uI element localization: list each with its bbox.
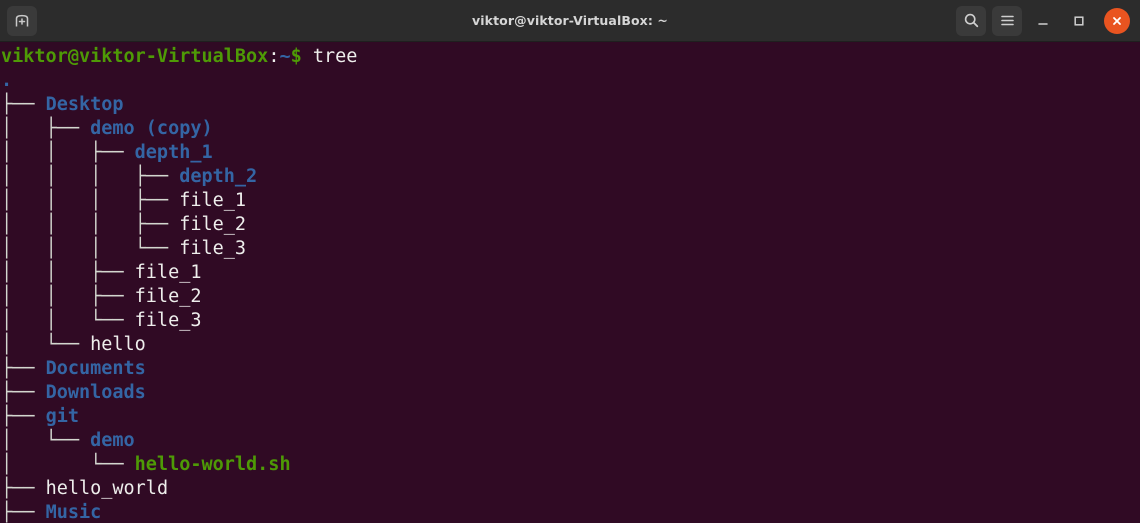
tree-line: │ │ ├── file_1 [1,261,1140,285]
tree-line: ├── Music [1,501,1140,523]
tree-connector: ├── [1,382,46,403]
tree-entry-file: hello [90,334,146,355]
tree-line: ├── Documents [1,357,1140,381]
tree-entry-file: file_3 [179,238,247,259]
tree-line: │ │ └── file_3 [1,309,1140,333]
terminal-window: viktor@viktor-VirtualBox: ~ viktor@vikto… [0,0,1140,523]
title-bar-right-group [956,5,1140,36]
tree-line: ├── hello_world [1,477,1140,501]
title-bar-left-group [0,5,37,36]
tree-connector: ├── [1,406,46,427]
tree-connector: ├── [1,502,46,523]
maximize-icon[interactable] [1064,6,1094,36]
tree-entry-dir: Music [45,502,102,523]
tree-line: │ └── demo [1,429,1140,453]
tree-connector: ├── [1,94,46,115]
tree-entry-file: file_2 [134,286,202,307]
prompt-sigil: $ [290,46,302,67]
tree-line: ├── Downloads [1,381,1140,405]
tree-line: │ │ │ └── file_3 [1,237,1140,261]
tree-connector: │ │ │ └── [1,238,180,259]
terminal-output-area[interactable]: viktor@viktor-VirtualBox:~$ tree . ├── De… [0,42,1140,523]
tree-line: │ │ ├── depth_1 [1,141,1140,165]
title-bar: viktor@viktor-VirtualBox: ~ [0,0,1140,42]
tree-connector: │ │ │ ├── [1,214,180,235]
tree-entry-file: file_2 [179,214,247,235]
tree-line: │ └── hello [1,333,1140,357]
tree-line: ├── Desktop [1,93,1140,117]
tree-entry-exec: hello-world.sh [134,454,291,475]
tree-entry-dir: git [45,406,79,427]
tree-connector: │ └── [1,454,135,475]
prompt-path: ~ [279,46,291,67]
tree-line: │ │ │ ├── file_2 [1,213,1140,237]
tree-entry-file: file_1 [179,190,247,211]
prompt-user-host: viktor@viktor-VirtualBox [1,46,269,67]
tree-output: . ├── Desktop │ ├── demo (copy) │ │ ├── dep… [1,69,1140,523]
search-icon[interactable] [956,5,986,36]
tree-entry-file: file_1 [134,262,202,283]
tree-line: ├── git [1,405,1140,429]
close-icon[interactable] [1104,7,1130,34]
hamburger-menu-icon[interactable] [992,5,1022,36]
prompt-colon: : [268,46,280,67]
prompt-line: viktor@viktor-VirtualBox:~$ tree [1,45,1140,69]
tree-entry-dir: demo [90,430,135,451]
tree-line: . [1,69,1140,93]
tree-line: │ │ │ ├── depth_2 [1,165,1140,189]
tree-connector: │ │ ├── [1,262,135,283]
minimize-icon[interactable] [1028,6,1058,36]
tree-entry-dir: Downloads [45,382,146,403]
tree-connector: │ └── [1,334,91,355]
tree-line: │ └── hello-world.sh [1,453,1140,477]
tree-connector: │ │ ├── [1,286,135,307]
tree-entry-dir: Desktop [45,94,124,115]
tree-entry-dir: depth_1 [134,142,213,163]
tree-entry-file: file_3 [134,310,202,331]
tree-connector: │ └── [1,430,91,451]
tree-connector: ├── [1,478,46,499]
tree-entry-dir: demo (copy) [90,118,213,139]
tree-connector: │ │ │ ├── [1,190,180,211]
tree-connector: ├── [1,358,46,379]
tree-connector: │ │ ├── [1,142,135,163]
tree-entry-dir: depth_2 [179,166,258,187]
tree-entry-dir: . [1,70,13,91]
tree-connector: │ ├── [1,118,91,139]
tree-entry-file: hello_world [45,478,169,499]
terminal-scrollbar[interactable] [1136,42,1140,523]
tree-connector: │ │ └── [1,310,135,331]
tree-entry-dir: Documents [45,358,146,379]
new-tab-icon[interactable] [7,5,37,36]
tree-line: │ ├── demo (copy) [1,117,1140,141]
tree-line: │ │ │ ├── file_1 [1,189,1140,213]
tree-connector: │ │ │ ├── [1,166,180,187]
tree-line: │ │ ├── file_2 [1,285,1140,309]
prompt-command: tree [312,46,358,67]
